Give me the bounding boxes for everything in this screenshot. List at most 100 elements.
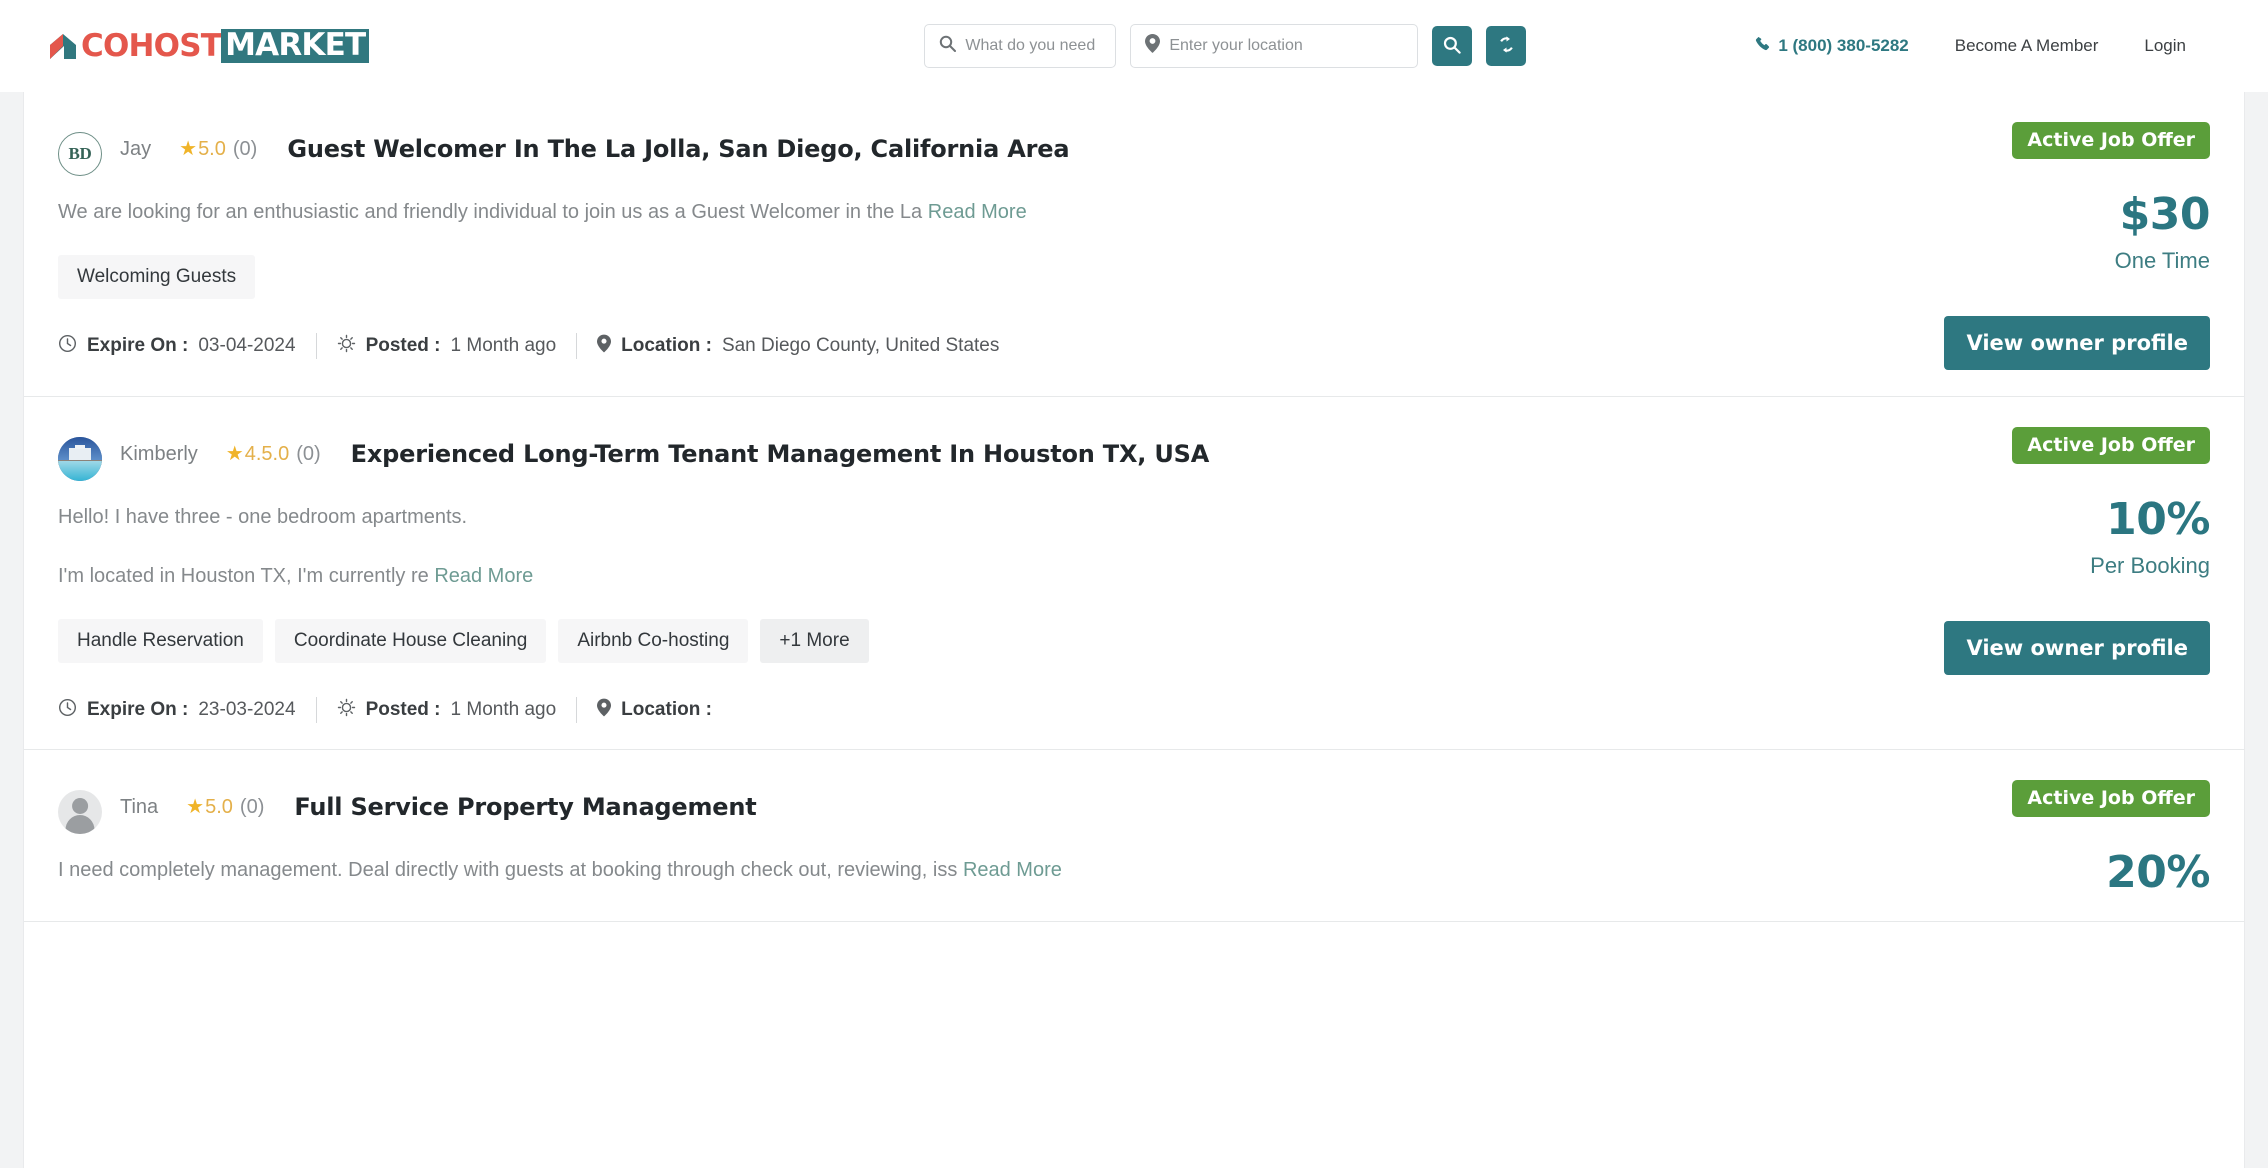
posted-value: 1 Month ago	[450, 699, 557, 720]
job-title[interactable]: Full Service Property Management	[294, 792, 756, 823]
status-badge: Active Job Offer	[2012, 780, 2210, 817]
search-input[interactable]	[965, 37, 1102, 55]
expire-on-value: 23-03-2024	[198, 699, 296, 720]
meta-separator	[315, 333, 317, 359]
posted-label: Posted :	[365, 699, 441, 720]
job-tags: Handle Reservation Coordinate House Clea…	[58, 619, 1924, 663]
status-badge: Active Job Offer	[2012, 427, 2210, 464]
job-description: We are looking for an enthusiastic and f…	[58, 198, 1924, 227]
owner-name: Jay	[120, 137, 152, 160]
job-description: I'm located in Houston TX, I'm currently…	[58, 562, 1924, 591]
job-tag[interactable]: Airbnb Co-hosting	[558, 619, 749, 663]
refresh-icon	[1497, 35, 1516, 57]
login-link[interactable]: Login	[2144, 36, 2186, 56]
view-owner-profile-button[interactable]: View owner profile	[1944, 621, 2210, 675]
clock-icon	[58, 698, 77, 723]
review-count: (0)	[296, 442, 321, 465]
clock-icon	[58, 334, 77, 359]
posted-label: Posted :	[365, 335, 441, 356]
posted-value: 1 Month ago	[450, 335, 557, 356]
meta-separator	[576, 333, 578, 359]
price-unit: Per Booking	[2090, 553, 2210, 578]
rating-value: 4.5.0	[244, 442, 290, 465]
owner-name: Tina	[120, 795, 159, 818]
read-more-link[interactable]: Read More	[928, 201, 1027, 223]
brand-logo[interactable]: COHOST MARKET	[46, 27, 370, 64]
job-card[interactable]: Tina ★ 5.0 (0) Full Service Property Man…	[24, 750, 2244, 922]
map-pin-icon	[1145, 34, 1161, 58]
expire-on-meta: Expire On : 03-04-2024	[58, 334, 296, 359]
view-owner-profile-button[interactable]: View owner profile	[1944, 316, 2210, 370]
location-input[interactable]	[1169, 37, 1404, 55]
job-tags: Welcoming Guests	[58, 255, 1924, 299]
read-more-link[interactable]: Read More	[963, 859, 1062, 881]
job-title[interactable]: Guest Welcomer In The La Jolla, San Dieg…	[287, 134, 1069, 165]
job-card-header: Kimberly ★ 4.5.0 (0) Experienced Long-Te…	[58, 427, 1924, 481]
avatar[interactable]: BD	[58, 132, 102, 176]
expire-on-label: Expire On :	[87, 335, 189, 356]
site-header: COHOST MARKET What do you need ? Enter y…	[0, 0, 2268, 92]
rating: ★ 4.5.0 (0)	[226, 443, 321, 466]
star-icon: ★	[186, 796, 205, 818]
rating-value: 5.0	[205, 795, 233, 818]
posted-meta: Posted : 1 Month ago	[337, 334, 557, 359]
job-card-side: Active Job Offer 10% Per Booking View ow…	[1944, 427, 2210, 723]
status-badge: Active Job Offer	[2012, 122, 2210, 159]
price-amount: 20%	[2106, 847, 2210, 898]
gear-icon	[337, 698, 356, 723]
job-tag[interactable]: Welcoming Guests	[58, 255, 256, 299]
job-meta: Expire On : 23-03-2024 Posted : 1 Month …	[58, 697, 1924, 723]
job-card[interactable]: BD Jay ★ 5.0 (0) Guest Welcomer In The L…	[24, 92, 2244, 397]
location-field-wrapper[interactable]	[1130, 24, 1419, 68]
become-a-member-link[interactable]: Become A Member	[1955, 36, 2099, 56]
avatar[interactable]	[58, 437, 102, 481]
phone-link[interactable]: 1 (800) 380-5282	[1755, 36, 1909, 57]
reset-search-button[interactable]	[1486, 26, 1527, 66]
price-amount: $30	[2119, 189, 2211, 240]
job-tag-more[interactable]: +1 More	[760, 619, 869, 663]
rating: ★ 5.0 (0)	[179, 138, 257, 161]
location-label: Location :	[621, 335, 712, 356]
home-arrow-icon	[46, 32, 80, 60]
review-count: (0)	[232, 137, 258, 160]
job-meta: Expire On : 03-04-2024 Posted : 1 Month …	[58, 333, 1924, 359]
job-card-header: Tina ★ 5.0 (0) Full Service Property Man…	[58, 780, 1940, 834]
avatar-initials: BD	[68, 144, 92, 163]
job-title[interactable]: Experienced Long-Term Tenant Management …	[351, 439, 1210, 470]
job-card[interactable]: Kimberly ★ 4.5.0 (0) Experienced Long-Te…	[24, 397, 2244, 750]
meta-separator	[576, 697, 578, 723]
owner-name: Kimberly	[120, 442, 198, 465]
price-amount: 10%	[2106, 494, 2210, 545]
header-search-group	[924, 24, 1527, 68]
job-tag[interactable]: Handle Reservation	[58, 619, 263, 663]
map-pin-icon	[597, 698, 612, 723]
brand-word-cohost: COHOST	[81, 27, 222, 64]
expire-on-meta: Expire On : 23-03-2024	[58, 698, 296, 723]
phone-number: 1 (800) 380-5282	[1778, 36, 1909, 55]
location-value: San Diego County, United States	[721, 335, 1000, 356]
avatar[interactable]	[58, 790, 102, 834]
job-card-main: Tina ★ 5.0 (0) Full Service Property Man…	[58, 780, 1960, 895]
job-description: Hello! I have three - one bedroom apartm…	[58, 503, 1924, 532]
read-more-link[interactable]: Read More	[434, 565, 533, 587]
job-tag[interactable]: Coordinate House Cleaning	[274, 619, 547, 663]
job-card-side: Active Job Offer 20%	[1960, 780, 2210, 895]
location-meta: Location :	[597, 698, 722, 723]
job-description-text: I need completely management. Deal direc…	[58, 859, 958, 881]
search-icon	[939, 35, 957, 57]
job-description-text: We are looking for an enthusiastic and f…	[58, 201, 923, 223]
job-description: I need completely management. Deal direc…	[58, 856, 1940, 885]
header-nav: 1 (800) 380-5282 Become A Member Login	[1755, 36, 2232, 57]
phone-icon	[1755, 36, 1771, 57]
rating-value: 5.0	[198, 137, 226, 160]
expire-on-label: Expire On :	[87, 699, 189, 720]
meta-separator	[315, 697, 317, 723]
job-listings-panel: BD Jay ★ 5.0 (0) Guest Welcomer In The L…	[23, 92, 2245, 1168]
job-card-header: BD Jay ★ 5.0 (0) Guest Welcomer In The L…	[58, 122, 1924, 176]
job-description-text: Hello! I have three - one bedroom apartm…	[58, 506, 468, 528]
brand-word-market: MARKET	[221, 29, 370, 63]
posted-meta: Posted : 1 Month ago	[337, 698, 557, 723]
search-submit-button[interactable]	[1432, 26, 1473, 66]
job-description-text: I'm located in Houston TX, I'm currently…	[58, 565, 429, 587]
need-field-wrapper[interactable]	[924, 24, 1117, 68]
